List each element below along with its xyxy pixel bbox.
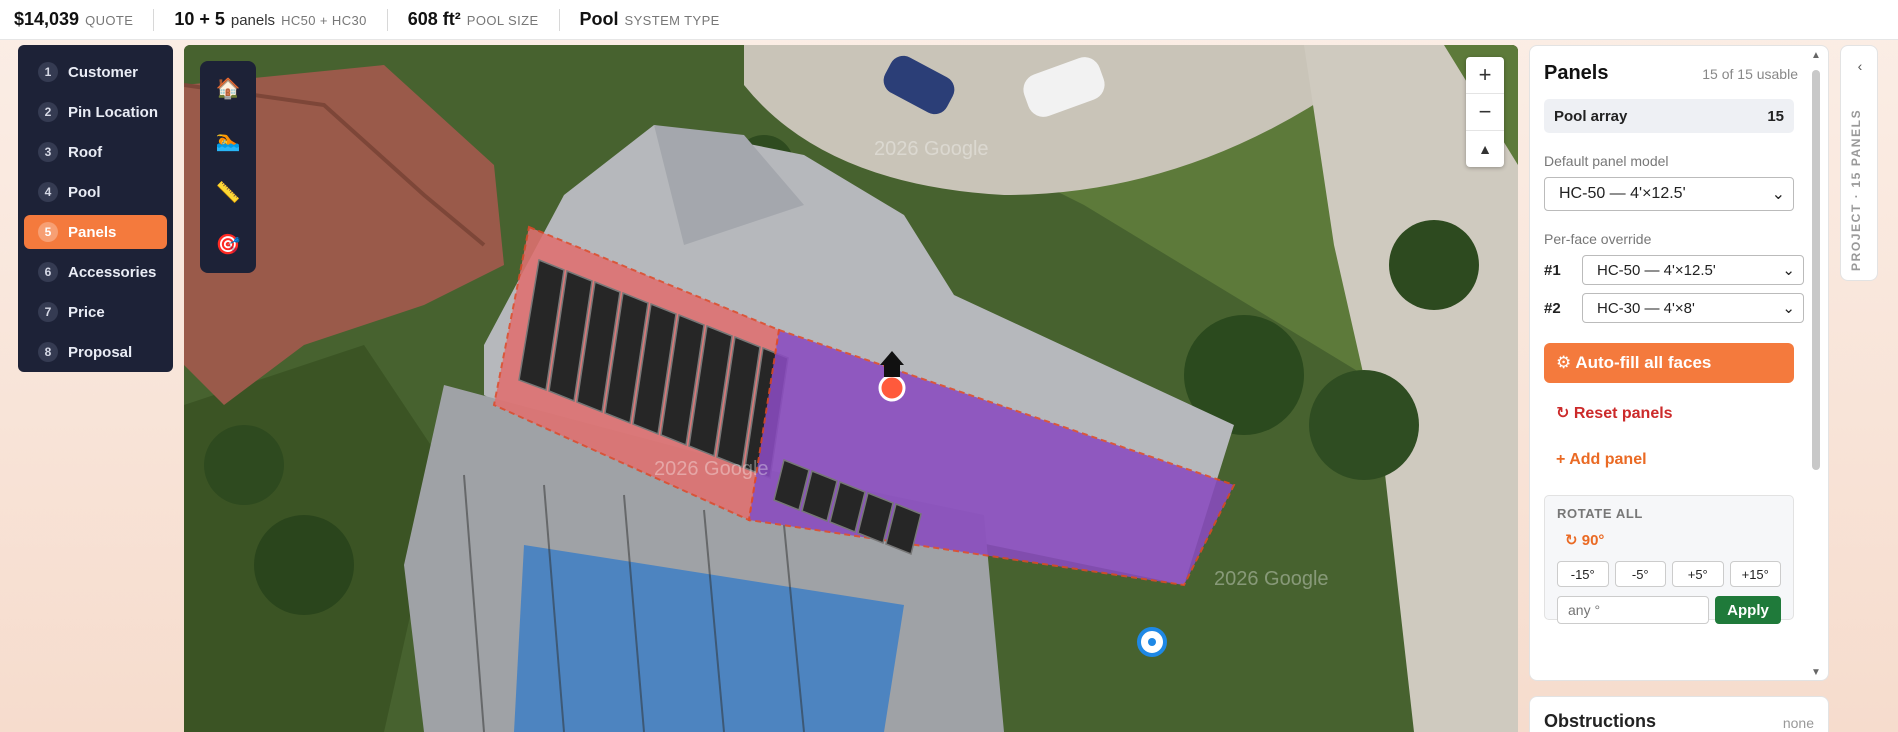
rotate-minus-5-button[interactable]: -5° xyxy=(1614,561,1666,587)
project-side-tab[interactable]: ‹ PROJECT · 15 PANELS xyxy=(1840,45,1878,281)
apply-rotation-button[interactable]: Apply xyxy=(1715,596,1781,624)
system-stat: Pool SYSTEM TYPE xyxy=(580,9,740,31)
panels-word: panels xyxy=(230,11,276,29)
autofill-button[interactable]: ⚙ Auto-fill all faces xyxy=(1544,343,1794,383)
ruler-icon[interactable]: 📏 xyxy=(213,177,243,207)
scroll-up-icon[interactable]: ▲ xyxy=(1811,50,1821,61)
pool-label: POOL SIZE xyxy=(466,12,539,28)
panel-scrollbar[interactable]: ▲ ▼ xyxy=(1810,50,1822,678)
step-price[interactable]: 7 Price xyxy=(24,295,167,329)
step-pin-location[interactable]: 2 Pin Location xyxy=(24,95,167,129)
array-row[interactable]: Pool array 15 xyxy=(1544,99,1794,133)
step-label: Proposal xyxy=(68,343,133,361)
system-value: Pool xyxy=(579,8,619,29)
step-number: 7 xyxy=(38,302,58,322)
step-label: Pin Location xyxy=(68,103,158,121)
face-number: #1 xyxy=(1544,261,1561,279)
scroll-down-icon[interactable]: ▼ xyxy=(1811,667,1821,678)
array-count: 15 xyxy=(1767,107,1784,125)
face-model-select[interactable]: HC-50 — 4'×12.5' ⌄ xyxy=(1582,255,1804,285)
summary-bar: $14,039 QUOTE 10 + 5 panels HC50 + HC30 … xyxy=(0,0,1898,40)
obstructions-section[interactable]: Obstructions none xyxy=(1529,696,1829,732)
quote-stat: $14,039 QUOTE xyxy=(14,8,155,31)
svg-text:2026 Google: 2026 Google xyxy=(874,138,989,160)
svg-text:2026 Google: 2026 Google xyxy=(654,458,769,480)
system-label: SYSTEM TYPE xyxy=(624,12,720,28)
usable-count: 15 of 15 usable xyxy=(1702,66,1798,82)
step-number: 4 xyxy=(38,182,58,202)
face-model-value: HC-50 — 4'×12.5' xyxy=(1597,261,1716,279)
obstructions-note: none xyxy=(1782,715,1814,731)
rotate-plus-5-button[interactable]: +5° xyxy=(1672,561,1724,587)
step-roof[interactable]: 3 Roof xyxy=(24,135,167,169)
step-label: Accessories xyxy=(68,263,157,281)
array-name: Pool array xyxy=(1554,107,1628,125)
override-label: Per-face override xyxy=(1544,231,1652,247)
step-label: Customer xyxy=(68,63,139,81)
face-number: #2 xyxy=(1544,299,1561,317)
step-number: 1 xyxy=(38,62,58,82)
override-row: #2 HC-30 — 4'×8' ⌄ xyxy=(1544,293,1814,323)
rotate-plus-15-button[interactable]: +15° xyxy=(1729,561,1781,587)
step-label: Price xyxy=(68,303,105,321)
default-model-value: HC-50 — 4'×12.5' xyxy=(1559,185,1686,202)
quote-label: QUOTE xyxy=(85,12,134,28)
zoom-controls: + − ▲ xyxy=(1466,57,1504,167)
face-model-select[interactable]: HC-30 — 4'×8' ⌄ xyxy=(1582,293,1804,323)
step-label: Pool xyxy=(68,183,101,201)
obstructions-title: Obstructions xyxy=(1544,711,1657,731)
face-model-value: HC-30 — 4'×8' xyxy=(1597,299,1695,317)
step-panels[interactable]: 5 Panels xyxy=(24,215,167,249)
zoom-out-button[interactable]: − xyxy=(1466,94,1504,131)
rotate-degrees-input[interactable] xyxy=(1557,596,1709,624)
reset-panels-button[interactable]: ↻ Reset panels xyxy=(1544,403,1814,423)
step-accessories[interactable]: 6 Accessories xyxy=(24,255,167,289)
rotate-all-box: ROTATE ALL ↻ 90° -15° -5° +5° +15° Apply xyxy=(1544,495,1794,624)
step-number: 8 xyxy=(38,342,58,362)
wizard-steps-nav: 1 Customer 2 Pin Location 3 Roof 4 Pool 5 Pan… xyxy=(18,45,173,372)
chevron-down-icon: ⌄ xyxy=(1771,186,1785,203)
svg-text:2026 Google: 2026 Google xyxy=(1214,568,1329,590)
project-tab-label: PROJECT · 15 PANELS xyxy=(1849,108,1863,271)
step-number: 3 xyxy=(38,142,58,162)
panels-models: HC50 + HC30 xyxy=(281,12,367,28)
default-model-label: Default panel model xyxy=(1544,153,1669,169)
chevron-down-icon: ⌄ xyxy=(1782,300,1795,317)
rotate-title: ROTATE ALL xyxy=(1557,506,1643,521)
compass-icon[interactable]: ▲ xyxy=(1466,131,1504,167)
rotate-current: ↻ 90° xyxy=(1565,532,1605,549)
rotate-minus-15-button[interactable]: -15° xyxy=(1557,561,1609,587)
override-row: #1 HC-50 — 4'×12.5' ⌄ xyxy=(1544,255,1814,285)
target-icon[interactable]: 🎯 xyxy=(213,229,243,259)
pool-stat: 608 ft² POOL SIZE xyxy=(407,8,560,31)
step-pool[interactable]: 4 Pool xyxy=(24,175,167,209)
aerial-imagery: 2026 Google 2026 Google 2026 Google xyxy=(184,45,1518,732)
chevron-down-icon: ⌄ xyxy=(1782,262,1795,279)
step-number: 6 xyxy=(38,262,58,282)
step-proposal[interactable]: 8 Proposal xyxy=(24,335,167,369)
panels-settings-panel: Panels 15 of 15 usable Pool array 15 Def… xyxy=(1529,45,1829,681)
pool-value: 608 ft² xyxy=(407,8,461,29)
step-label: Roof xyxy=(68,143,103,161)
step-number: 5 xyxy=(38,222,58,242)
house-icon[interactable]: 🏠 xyxy=(213,73,243,103)
step-label: Panels xyxy=(68,223,117,241)
step-number: 2 xyxy=(38,102,58,122)
panels-stat: 10 + 5 panels HC50 + HC30 xyxy=(174,8,388,31)
quote-value: $14,039 xyxy=(14,8,80,29)
satellite-map[interactable]: 2026 Google 2026 Google 2026 Google 🏠 🏊 … xyxy=(184,45,1518,732)
zoom-in-button[interactable]: + xyxy=(1466,57,1504,94)
add-panel-button[interactable]: + Add panel xyxy=(1544,451,1814,469)
scrollbar-thumb[interactable] xyxy=(1812,70,1820,470)
step-customer[interactable]: 1 Customer xyxy=(24,55,167,89)
collapse-chevron-icon[interactable]: ‹ xyxy=(1841,58,1879,74)
panels-value: 10 + 5 xyxy=(174,8,225,29)
pool-icon[interactable]: 🏊 xyxy=(213,125,243,155)
map-tools: 🏠 🏊 📏 🎯 xyxy=(200,61,256,273)
default-model-select[interactable]: HC-50 — 4'×12.5' ⌄ xyxy=(1544,177,1794,211)
panel-title: Panels xyxy=(1544,62,1609,84)
